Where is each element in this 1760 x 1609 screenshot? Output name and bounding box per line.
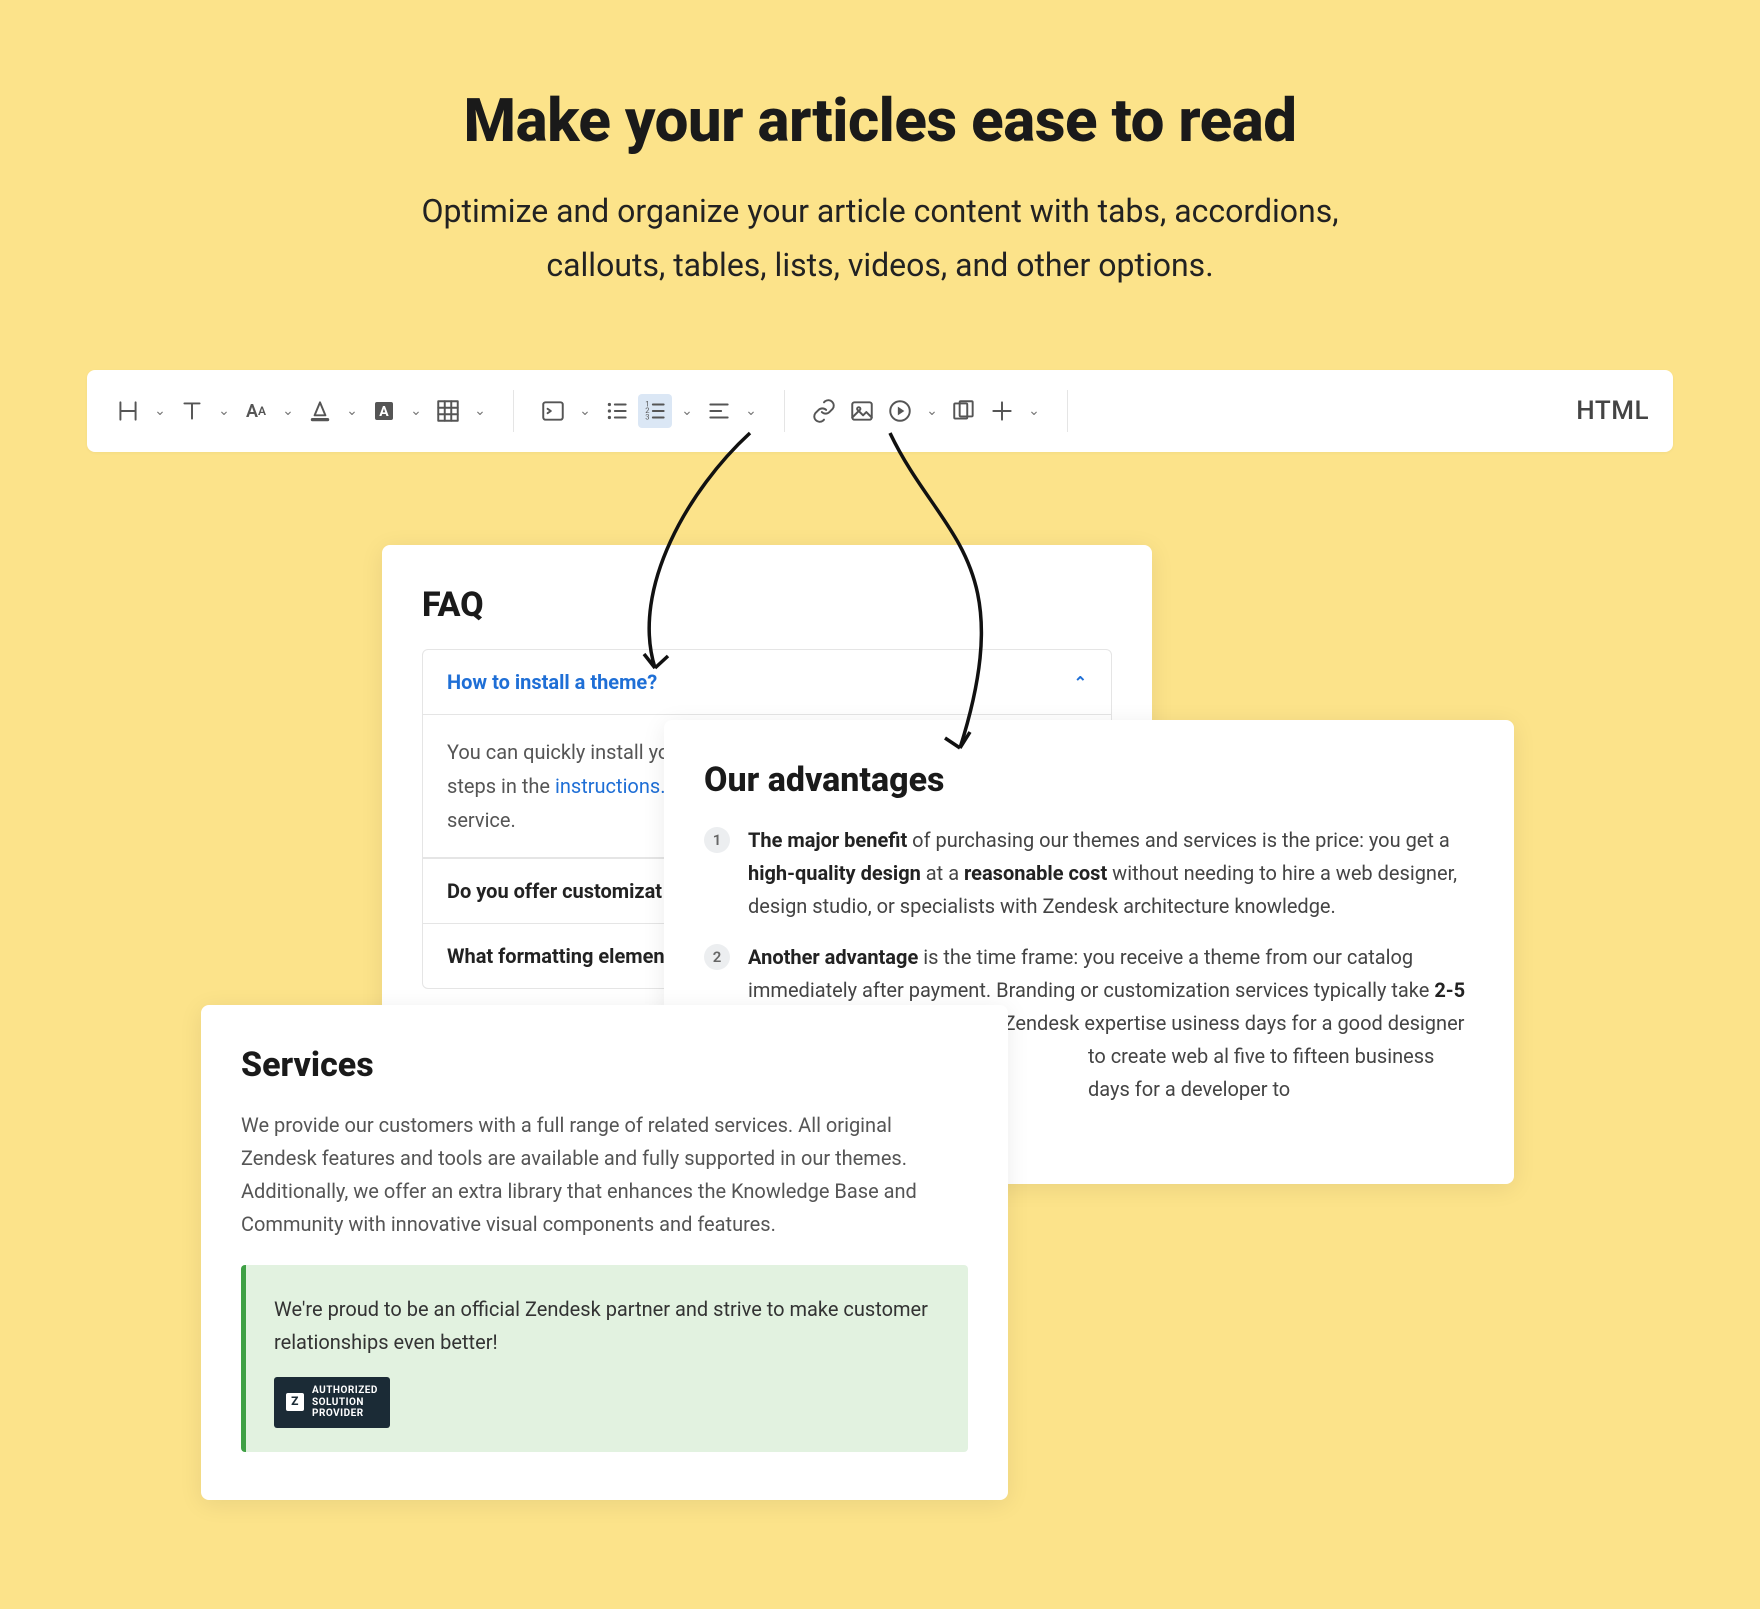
video-icon[interactable]	[883, 394, 917, 428]
chevron-down-icon[interactable]: ⌄	[574, 394, 596, 428]
toolbar-separator	[1067, 390, 1068, 432]
plus-icon[interactable]	[985, 394, 1019, 428]
accordion-text: service.	[447, 808, 516, 832]
chevron-down-icon[interactable]: ⌄	[277, 394, 299, 428]
hero-section: Make your articles ease to read Optimize…	[0, 0, 1760, 293]
toolbar-separator	[513, 390, 514, 432]
callout-box: We're proud to be an official Zendesk pa…	[241, 1265, 968, 1452]
list-text: The major benefit of purchasing our them…	[748, 824, 1474, 923]
accordion-question: How to install a theme?	[447, 670, 657, 694]
accordion-text: steps in the	[447, 774, 555, 798]
chevron-down-icon[interactable]: ⌄	[1023, 394, 1045, 428]
svg-text:3: 3	[645, 413, 649, 422]
svg-text:A: A	[379, 404, 389, 420]
services-title: Services	[241, 1045, 968, 1085]
html-mode-button[interactable]: HTML	[1576, 396, 1649, 426]
partner-badge: Z AUTHORIZED SOLUTION PROVIDER	[274, 1377, 390, 1428]
instructions-link[interactable]: instructions.	[555, 774, 666, 798]
accordion-item-header[interactable]: How to install a theme? ⌃	[423, 650, 1111, 715]
chevron-down-icon[interactable]: ⌄	[341, 394, 363, 428]
callout-text: We're proud to be an official Zendesk pa…	[274, 1293, 940, 1359]
code-block-icon[interactable]	[536, 394, 570, 428]
list-number: 2	[704, 944, 730, 970]
heading-icon[interactable]	[111, 394, 145, 428]
bullet-list-icon[interactable]	[600, 394, 634, 428]
zendesk-logo-icon: Z	[286, 1393, 304, 1411]
font-color-icon[interactable]	[303, 394, 337, 428]
editor-toolbar: ⌄ ⌄ AA ⌄ ⌄ A ⌄ ⌄ ⌄ 123 ⌄ ⌄ ⌄ ⌄ HTML	[87, 370, 1673, 452]
accordion-text: You can quickly install yo	[447, 740, 669, 764]
text-style-icon[interactable]	[175, 394, 209, 428]
chevron-down-icon[interactable]: ⌄	[676, 394, 698, 428]
chevron-down-icon[interactable]: ⌄	[405, 394, 427, 428]
chevron-down-icon[interactable]: ⌄	[149, 394, 171, 428]
font-size-icon[interactable]: AA	[239, 394, 273, 428]
layout-icon[interactable]	[947, 394, 981, 428]
chevron-down-icon[interactable]: ⌄	[921, 394, 943, 428]
accordion-question: What formatting elemen	[447, 944, 665, 968]
numbered-list-icon[interactable]: 123	[638, 394, 672, 428]
accordion-question: Do you offer customizat	[447, 879, 662, 903]
advantages-title: Our advantages	[704, 760, 1474, 800]
list-number: 1	[704, 827, 730, 853]
chevron-down-icon[interactable]: ⌄	[213, 394, 235, 428]
image-icon[interactable]	[845, 394, 879, 428]
align-icon[interactable]	[702, 394, 736, 428]
link-icon[interactable]	[807, 394, 841, 428]
page-subtitle: Optimize and organize your article conte…	[380, 184, 1380, 293]
chevron-up-icon: ⌃	[1074, 673, 1087, 692]
services-card: Services We provide our customers with a…	[201, 1005, 1008, 1500]
badge-text: AUTHORIZED SOLUTION PROVIDER	[312, 1385, 378, 1420]
list-item: 1 The major benefit of purchasing our th…	[704, 824, 1474, 923]
table-icon[interactable]	[431, 394, 465, 428]
page-title: Make your articles ease to read	[0, 85, 1760, 156]
chevron-down-icon[interactable]: ⌄	[469, 394, 491, 428]
services-body: We provide our customers with a full ran…	[241, 1109, 968, 1241]
highlight-icon[interactable]: A	[367, 394, 401, 428]
faq-title: FAQ	[422, 585, 1112, 625]
toolbar-separator	[784, 390, 785, 432]
chevron-down-icon[interactable]: ⌄	[740, 394, 762, 428]
